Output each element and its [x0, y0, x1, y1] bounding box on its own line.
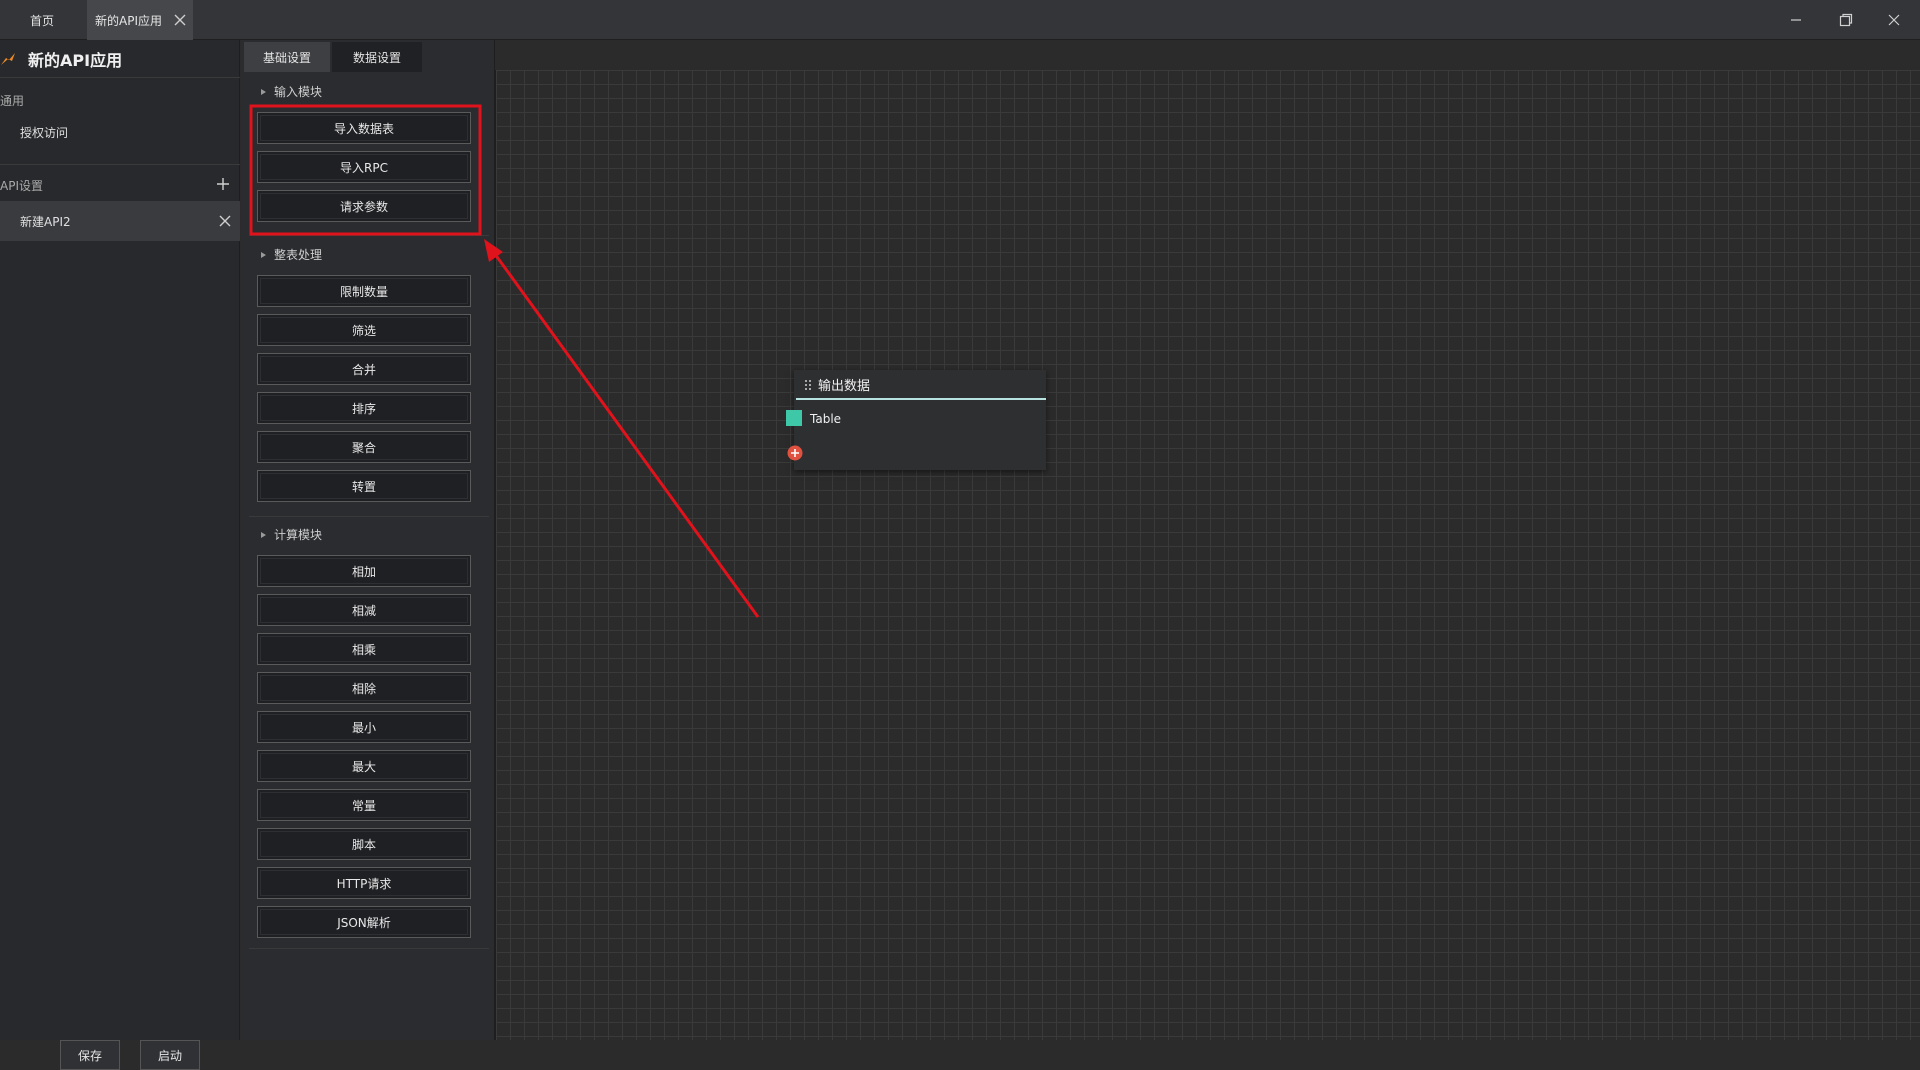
sidebar-item-api[interactable]: 新建API2 [0, 201, 240, 241]
minimize-button[interactable] [1772, 0, 1820, 40]
app-logo-icon [1, 53, 15, 65]
tab-home[interactable]: 首页 [0, 0, 84, 40]
divider [249, 516, 489, 517]
module-button[interactable]: 合并 [257, 353, 471, 385]
tab-basic-settings[interactable]: 基础设置 [244, 42, 330, 72]
close-window-button[interactable] [1870, 0, 1918, 40]
tab-basic-settings-label: 基础设置 [262, 50, 311, 65]
node-header[interactable]: 输出数据 [796, 370, 1046, 400]
module-button[interactable]: 排序 [257, 392, 471, 424]
input-port-icon[interactable] [786, 410, 802, 426]
caret-right-icon [261, 88, 266, 95]
add-port-icon[interactable] [787, 445, 803, 461]
module-button[interactable]: 相加 [257, 555, 471, 587]
sidebar-item-api-label: 新建API2 [20, 214, 71, 229]
drag-handle-icon[interactable] [804, 379, 812, 391]
port-label: Table [810, 412, 842, 426]
divider [249, 235, 489, 236]
group-header-table[interactable]: 整表处理 [261, 246, 322, 263]
left-sidebar: 新的API应用 通用 授权访问 API设置 新建API2 保存 启动 [0, 40, 240, 1070]
module-button[interactable]: 导入数据表 [257, 112, 471, 144]
module-panel: 基础设置 数据设置 输入模块 导入数据表 导入RPC 请求参数 整表处理 限制数… [241, 40, 495, 1040]
group-header-input[interactable]: 输入模块 [261, 83, 322, 100]
tab-data-settings[interactable]: 数据设置 [332, 42, 422, 72]
canvas-toolbar-area [495, 40, 1920, 70]
save-button[interactable]: 保存 [60, 1040, 120, 1070]
module-button[interactable]: 最小 [257, 711, 471, 743]
module-button[interactable]: 限制数量 [257, 275, 471, 307]
section-general: 通用 [0, 94, 25, 108]
module-button[interactable]: 导入RPC [257, 151, 471, 183]
module-button[interactable]: 相减 [257, 594, 471, 626]
module-button[interactable]: 请求参数 [257, 190, 471, 222]
module-button[interactable]: 最大 [257, 750, 471, 782]
module-button[interactable]: 相乘 [257, 633, 471, 665]
section-api-settings: API设置 [0, 179, 43, 193]
module-button[interactable]: HTTP请求 [257, 867, 471, 899]
node-title: 输出数据 [818, 378, 871, 394]
plus-icon[interactable] [215, 176, 231, 192]
sidebar-item-auth-label: 授权访问 [20, 125, 69, 140]
module-button[interactable]: JSON解析 [257, 906, 471, 938]
divider [0, 164, 240, 165]
tab-data-settings-label: 数据设置 [352, 50, 401, 65]
caret-right-icon [261, 531, 266, 538]
start-button[interactable]: 启动 [140, 1040, 200, 1070]
flow-canvas[interactable] [495, 70, 1920, 1040]
group-header-calc[interactable]: 计算模块 [261, 526, 322, 543]
minimize-icon [1791, 19, 1801, 21]
module-button[interactable]: 聚合 [257, 431, 471, 463]
output-data-node[interactable]: 输出数据 Table [786, 370, 1046, 470]
sidebar-item-auth[interactable]: 授权访问 [0, 112, 240, 152]
app-title-text: 新的API应用 [28, 50, 123, 70]
title-bar: 首页 新的API应用 [0, 0, 1920, 40]
restore-button[interactable] [1822, 0, 1870, 40]
divider [249, 948, 489, 949]
restore-icon [1839, 13, 1853, 27]
module-button[interactable]: 脚本 [257, 828, 471, 860]
close-icon[interactable] [218, 214, 232, 228]
group-title: 计算模块 [274, 528, 323, 542]
group-title: 输入模块 [274, 85, 323, 99]
close-icon[interactable] [173, 13, 187, 27]
tab-home-label: 首页 [29, 13, 54, 28]
app-title: 新的API应用 [0, 40, 240, 78]
group-title: 整表处理 [274, 248, 323, 262]
tab-api-app-label: 新的API应用 [95, 13, 162, 28]
module-button[interactable]: 相除 [257, 672, 471, 704]
module-button[interactable]: 筛选 [257, 314, 471, 346]
close-icon [1888, 14, 1900, 26]
module-button[interactable]: 转置 [257, 470, 471, 502]
module-button[interactable]: 常量 [257, 789, 471, 821]
tab-api-app[interactable]: 新的API应用 [87, 0, 193, 40]
caret-right-icon [261, 251, 266, 258]
